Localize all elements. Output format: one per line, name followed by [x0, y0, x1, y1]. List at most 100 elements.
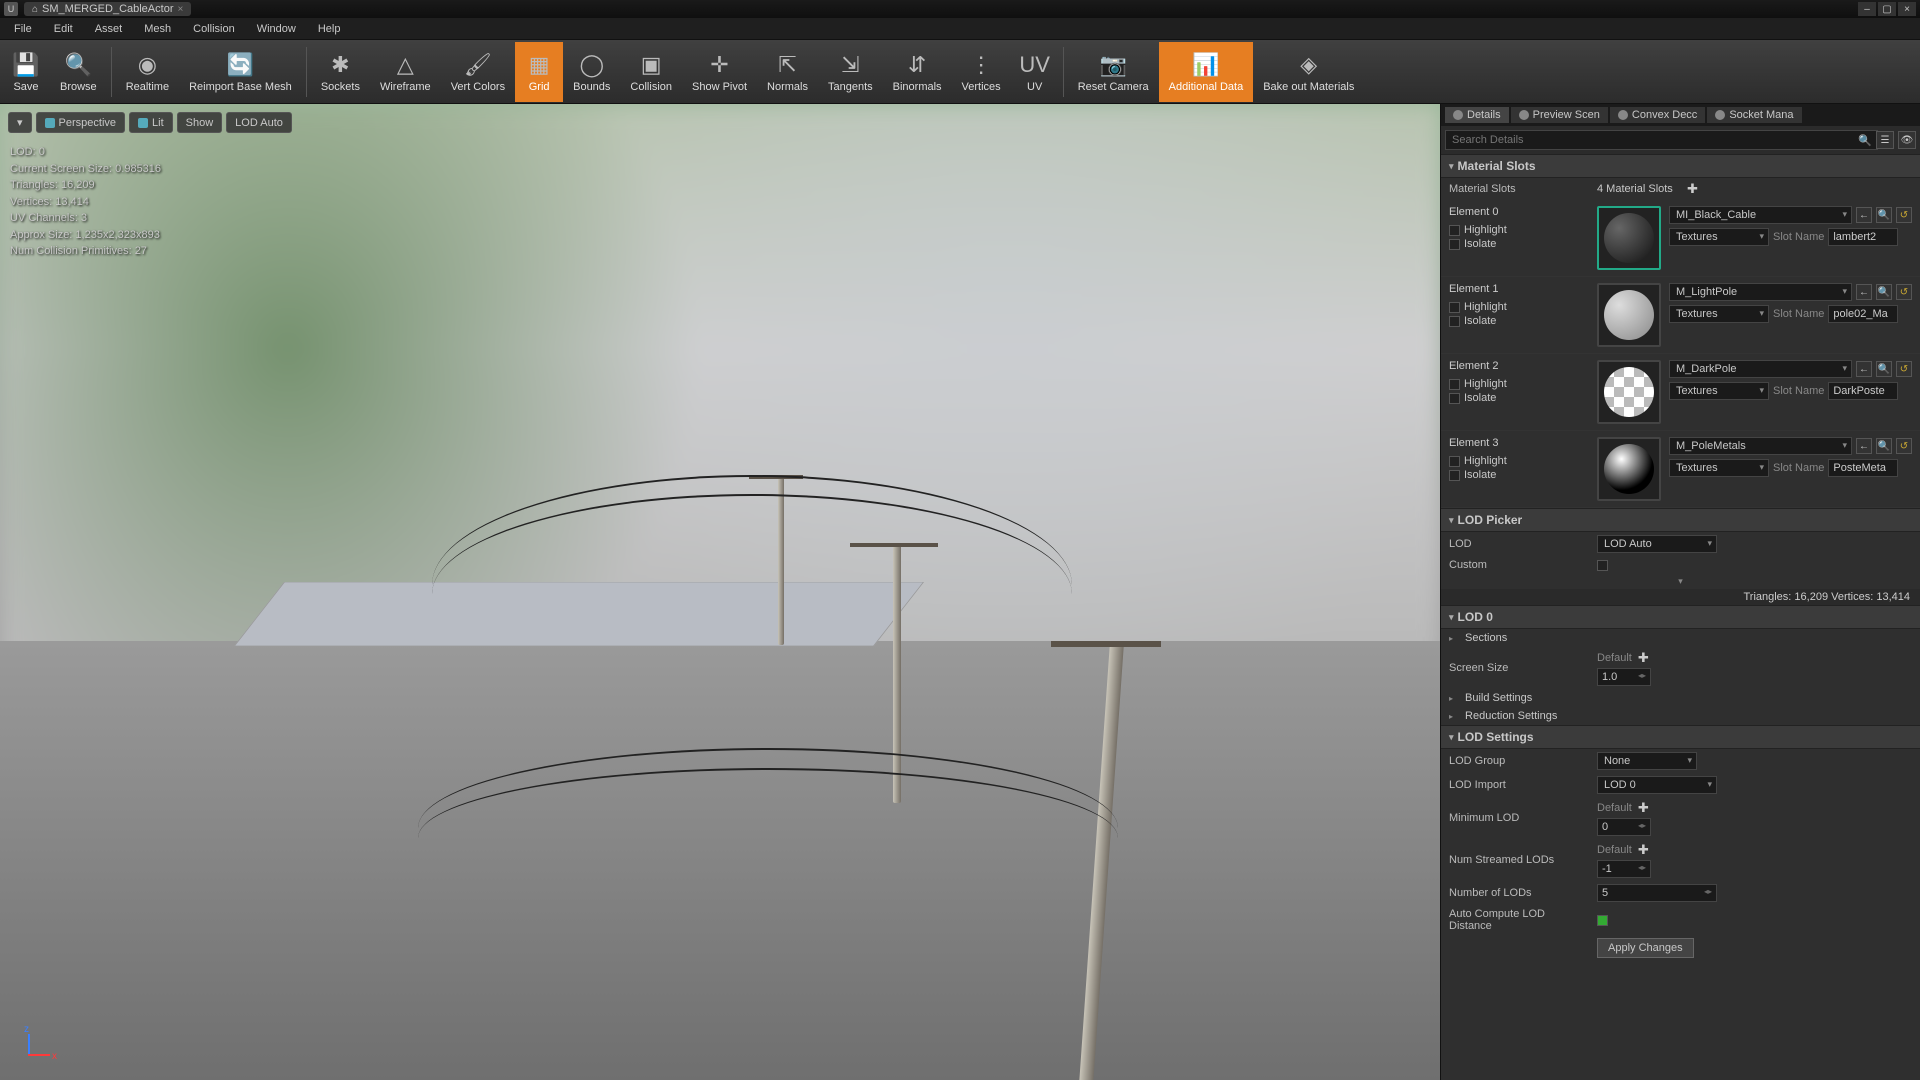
eye-button[interactable]: 👁: [1898, 131, 1916, 149]
lod-group-dropdown[interactable]: None: [1597, 752, 1697, 770]
tool-show-pivot[interactable]: ✛Show Pivot: [682, 42, 757, 102]
add-material-icon[interactable]: ✚: [1687, 181, 1698, 197]
viewport[interactable]: ▾ Perspective Lit Show LOD Auto LOD: 0Cu…: [0, 104, 1440, 1080]
textures-dropdown[interactable]: Textures: [1669, 459, 1769, 477]
material-name-dropdown[interactable]: M_LightPole: [1669, 283, 1852, 301]
material-thumbnail[interactable]: [1597, 360, 1661, 424]
isolate-checkbox[interactable]: [1449, 393, 1460, 404]
search-input[interactable]: [1445, 130, 1878, 150]
menu-mesh[interactable]: Mesh: [134, 21, 181, 37]
reset-icon[interactable]: ↺: [1896, 361, 1912, 377]
find-icon[interactable]: 🔍: [1876, 438, 1892, 454]
material-name-dropdown[interactable]: MI_Black_Cable: [1669, 206, 1852, 224]
material-thumbnail[interactable]: [1597, 437, 1661, 501]
section-material-slots[interactable]: Material Slots: [1441, 154, 1920, 178]
reset-icon[interactable]: ↺: [1896, 284, 1912, 300]
textures-dropdown[interactable]: Textures: [1669, 305, 1769, 323]
reduction-settings-row[interactable]: ▸Reduction Settings: [1441, 707, 1920, 725]
close-window-button[interactable]: ×: [1898, 2, 1916, 16]
menu-file[interactable]: File: [4, 21, 42, 37]
tool-grid[interactable]: ▦Grid: [515, 42, 563, 102]
menu-edit[interactable]: Edit: [44, 21, 83, 37]
material-name-dropdown[interactable]: M_DarkPole: [1669, 360, 1852, 378]
highlight-checkbox[interactable]: [1449, 456, 1460, 467]
find-icon[interactable]: 🔍: [1876, 284, 1892, 300]
browse-back-icon[interactable]: ←: [1856, 438, 1872, 454]
tool-uv[interactable]: UVUV: [1011, 42, 1059, 102]
add-icon[interactable]: ✚: [1638, 800, 1649, 816]
tool-normals[interactable]: ⇱Normals: [757, 42, 818, 102]
tool-binormals[interactable]: ⇵Binormals: [883, 42, 952, 102]
browse-back-icon[interactable]: ←: [1856, 207, 1872, 223]
tool-sockets[interactable]: ✱Sockets: [311, 42, 370, 102]
material-thumbnail[interactable]: [1597, 206, 1661, 270]
highlight-checkbox[interactable]: [1449, 379, 1460, 390]
tool-reimport-base-mesh[interactable]: 🔄Reimport Base Mesh: [179, 42, 302, 102]
browse-back-icon[interactable]: ←: [1856, 361, 1872, 377]
minimize-button[interactable]: –: [1858, 2, 1876, 16]
menu-window[interactable]: Window: [247, 21, 306, 37]
reset-icon[interactable]: ↺: [1896, 438, 1912, 454]
auto-compute-checkbox[interactable]: [1597, 915, 1608, 926]
tab-socket-mana[interactable]: Socket Mana: [1707, 107, 1801, 123]
add-icon[interactable]: ✚: [1638, 842, 1649, 858]
isolate-checkbox[interactable]: [1449, 470, 1460, 481]
material-name-dropdown[interactable]: M_PoleMetals: [1669, 437, 1852, 455]
section-lod0[interactable]: LOD 0: [1441, 605, 1920, 629]
lod-dropdown[interactable]: LOD Auto: [1597, 535, 1717, 553]
custom-checkbox[interactable]: [1597, 560, 1608, 571]
perspective-button[interactable]: Perspective: [36, 112, 125, 133]
tool-additional-data[interactable]: 📊Additional Data: [1159, 42, 1254, 102]
filter-button[interactable]: ☰: [1876, 131, 1894, 149]
build-settings-row[interactable]: ▸Build Settings: [1441, 689, 1920, 707]
highlight-checkbox[interactable]: [1449, 302, 1460, 313]
tab-preview-scen[interactable]: Preview Scen: [1511, 107, 1608, 123]
tool-realtime[interactable]: ◉Realtime: [116, 42, 179, 102]
menu-asset[interactable]: Asset: [85, 21, 133, 37]
slot-name-input[interactable]: [1828, 228, 1898, 246]
tool-tangents[interactable]: ⇲Tangents: [818, 42, 883, 102]
find-icon[interactable]: 🔍: [1876, 361, 1892, 377]
textures-dropdown[interactable]: Textures: [1669, 382, 1769, 400]
expand-icon[interactable]: ▾: [1441, 574, 1920, 589]
tool-vert-colors[interactable]: 🖌Vert Colors: [441, 42, 515, 102]
tool-wireframe[interactable]: △Wireframe: [370, 42, 441, 102]
menu-collision[interactable]: Collision: [183, 21, 245, 37]
lit-button[interactable]: Lit: [129, 112, 173, 133]
reset-icon[interactable]: ↺: [1896, 207, 1912, 223]
tab-details[interactable]: Details: [1445, 107, 1509, 123]
tool-save[interactable]: 💾Save: [2, 42, 50, 102]
tool-bake-out-materials[interactable]: ◈Bake out Materials: [1253, 42, 1364, 102]
lod-import-dropdown[interactable]: LOD 0: [1597, 776, 1717, 794]
min-lod-input[interactable]: 0: [1597, 818, 1651, 836]
menu-help[interactable]: Help: [308, 21, 351, 37]
apply-changes-button[interactable]: Apply Changes: [1597, 938, 1694, 958]
num-streamed-input[interactable]: -1: [1597, 860, 1651, 878]
slot-name-input[interactable]: [1828, 459, 1898, 477]
isolate-checkbox[interactable]: [1449, 239, 1460, 250]
sections-row[interactable]: ▸Sections: [1441, 629, 1920, 647]
material-thumbnail[interactable]: [1597, 283, 1661, 347]
slot-name-input[interactable]: [1828, 305, 1898, 323]
lod-auto-button[interactable]: LOD Auto: [226, 112, 292, 133]
tool-vertices[interactable]: ⋮Vertices: [952, 42, 1011, 102]
tool-collision[interactable]: ▣Collision: [620, 42, 682, 102]
highlight-checkbox[interactable]: [1449, 225, 1460, 236]
browse-back-icon[interactable]: ←: [1856, 284, 1872, 300]
isolate-checkbox[interactable]: [1449, 316, 1460, 327]
tool-bounds[interactable]: ◯Bounds: [563, 42, 620, 102]
document-tab[interactable]: ⌂ SM_MERGED_CableActor ×: [24, 2, 191, 16]
maximize-button[interactable]: ▢: [1878, 2, 1896, 16]
tool-reset-camera[interactable]: 📷Reset Camera: [1068, 42, 1159, 102]
screen-size-input[interactable]: 1.0: [1597, 668, 1651, 686]
tool-browse[interactable]: 🔍Browse: [50, 42, 107, 102]
section-lod-settings[interactable]: LOD Settings: [1441, 725, 1920, 749]
section-lod-picker[interactable]: LOD Picker: [1441, 508, 1920, 532]
show-button[interactable]: Show: [177, 112, 223, 133]
viewport-menu-button[interactable]: ▾: [8, 112, 32, 133]
tab-convex-decc[interactable]: Convex Decc: [1610, 107, 1705, 123]
slot-name-input[interactable]: [1828, 382, 1898, 400]
textures-dropdown[interactable]: Textures: [1669, 228, 1769, 246]
num-lods-input[interactable]: 5: [1597, 884, 1717, 902]
close-tab-icon[interactable]: ×: [177, 4, 183, 15]
